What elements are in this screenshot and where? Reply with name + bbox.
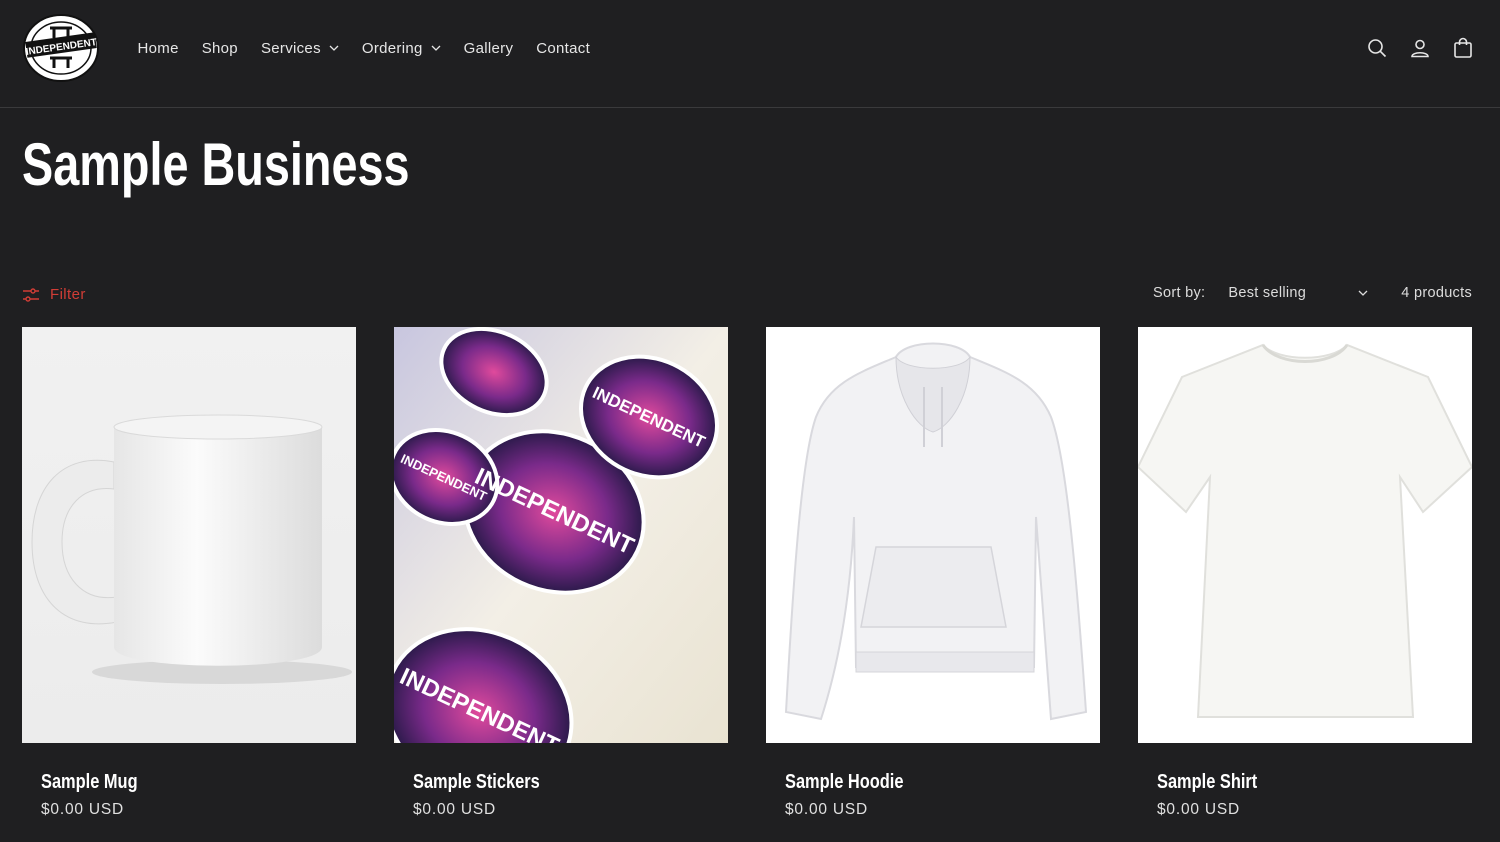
sort-value: Best selling [1228, 285, 1307, 301]
sort-control: Sort by: Best selling [1153, 285, 1368, 301]
site-header: INDEPENDENT Home Shop Services Ordering … [0, 0, 1500, 108]
chevron-down-icon [1358, 290, 1368, 296]
product-image-stickers[interactable]: INDEPENDENT INDEPENDENT INDEPENDENT INDE… [394, 327, 728, 743]
main-nav: Home Shop Services Ordering Gallery Cont… [126, 36, 602, 60]
product-count: 4 products [1401, 285, 1472, 301]
product-price: $0.00 USD [413, 801, 497, 818]
nav-services-label: Services [260, 39, 321, 57]
brand-logo[interactable]: INDEPENDENT [22, 14, 100, 82]
filter-icon [23, 287, 39, 302]
nav-ordering-label: Ordering [361, 39, 423, 57]
cart-icon[interactable] [1452, 36, 1474, 60]
product-title[interactable]: Sample Mug [41, 771, 299, 794]
header-actions [1366, 36, 1474, 60]
product-title[interactable]: Sample Stickers [413, 771, 671, 794]
chevron-down-icon [431, 45, 441, 51]
product-title[interactable]: Sample Shirt [1157, 771, 1415, 794]
product-price: $0.00 USD [41, 801, 125, 818]
nav-gallery-label: Gallery [463, 39, 514, 57]
product-image-mug[interactable] [22, 327, 356, 743]
nav-home-label: Home [137, 39, 179, 57]
search-icon[interactable] [1366, 36, 1388, 60]
product-card[interactable]: INDEPENDENT INDEPENDENT INDEPENDENT INDE… [394, 327, 728, 819]
product-image-hoodie[interactable] [766, 327, 1100, 743]
account-icon[interactable] [1409, 36, 1431, 60]
chevron-down-icon [329, 45, 339, 51]
nav-contact[interactable]: Contact [525, 40, 602, 57]
product-card[interactable]: Sample Hoodie $0.00 USD [766, 327, 1100, 819]
product-card[interactable]: Sample Shirt $0.00 USD [1138, 327, 1472, 819]
nav-shop[interactable]: Shop [190, 40, 249, 57]
product-price: $0.00 USD [785, 801, 869, 818]
sort-select[interactable]: Best selling [1228, 285, 1368, 301]
product-image-shirt[interactable] [1138, 327, 1472, 743]
filter-label: Filter [50, 286, 86, 303]
nav-services[interactable]: Services [249, 40, 350, 57]
product-title[interactable]: Sample Hoodie [785, 771, 1043, 794]
product-card[interactable]: Sample Mug $0.00 USD [22, 327, 356, 819]
page-title: Sample Business [22, 131, 410, 198]
nav-home[interactable]: Home [126, 40, 190, 57]
product-price: $0.00 USD [1157, 801, 1241, 818]
nav-contact-label: Contact [536, 39, 591, 57]
nav-ordering[interactable]: Ordering [350, 40, 452, 57]
filter-button[interactable]: Filter [22, 286, 86, 303]
nav-gallery[interactable]: Gallery [452, 40, 525, 57]
nav-shop-label: Shop [201, 39, 238, 57]
sort-label: Sort by: [1153, 285, 1206, 301]
